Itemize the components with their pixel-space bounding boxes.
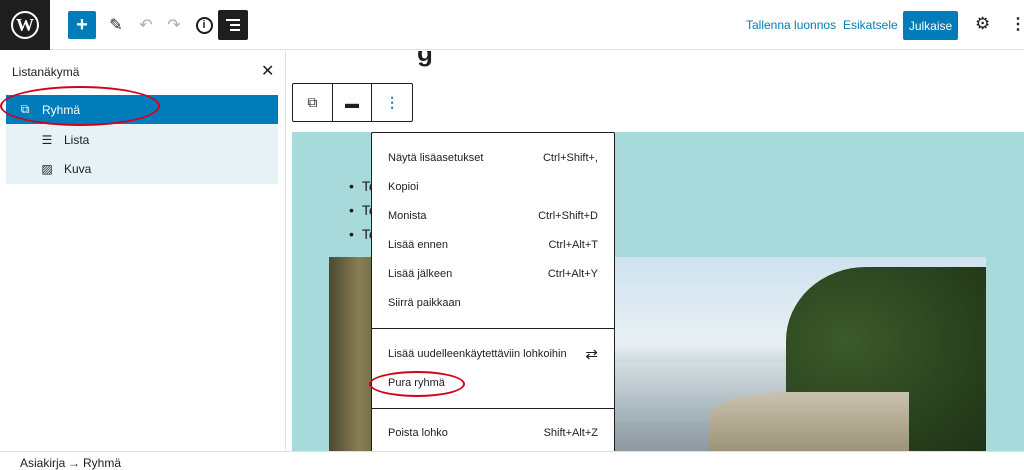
align-button[interactable]: ▬ <box>333 84 373 121</box>
close-icon[interactable]: ✕ <box>261 61 274 81</box>
block-options-button[interactable]: ⋮ <box>372 84 412 121</box>
menu-item-remove-block[interactable]: Poista lohko Shift+Alt+Z <box>372 420 614 448</box>
undo-icon: ↶ <box>139 17 153 34</box>
breadcrumb-arrow: → <box>68 456 80 470</box>
image-icon: ▨ <box>41 161 53 176</box>
breadcrumb: Asiakirja → Ryhmä <box>0 451 1024 470</box>
align-full-icon: ▬ <box>345 94 359 111</box>
settings-gear-icon[interactable]: ⚙ <box>975 14 990 34</box>
menu-item-show-more-settings[interactable]: Näytä lisäasetukset Ctrl+Shift+, <box>372 145 614 173</box>
menu-divider <box>372 328 614 329</box>
wordpress-icon: W <box>11 11 39 39</box>
redo-button[interactable]: ↷ <box>160 11 188 39</box>
tree-item-label: Kuva <box>64 161 92 176</box>
breadcrumb-root[interactable]: Asiakirja <box>20 456 65 470</box>
list-view-button[interactable] <box>218 10 248 40</box>
annotation-circle <box>0 86 160 126</box>
tools-button[interactable]: ✎ <box>102 11 130 39</box>
publish-button[interactable]: Julkaise <box>903 11 958 40</box>
tree-item-image[interactable]: ▨ Kuva <box>6 154 278 183</box>
block-type-button[interactable]: ⧉ <box>293 84 333 121</box>
menu-item-add-reusable[interactable]: Lisää uudelleenkäytettäviin lohkoihin ⇄ <box>372 341 614 369</box>
reusable-icon: ⇄ <box>585 346 598 363</box>
panel-title: Listanäkymä <box>12 65 80 79</box>
plus-icon: + <box>76 13 88 36</box>
save-draft-button[interactable]: Tallenna luonnos <box>746 18 836 32</box>
wordpress-logo-button[interactable]: W <box>0 0 50 50</box>
tree-item-list[interactable]: ☰ Lista <box>6 125 278 154</box>
list-icon: ☰ <box>41 132 53 147</box>
pencil-icon: ✎ <box>109 17 123 34</box>
annotation-circle <box>369 371 465 397</box>
block-options-menu: Näytä lisäasetukset Ctrl+Shift+, Kopioi … <box>371 132 615 458</box>
block-toolbar: ⧉ ▬ ⋮ <box>292 83 413 122</box>
options-more-icon: ⋮ <box>385 94 400 110</box>
undo-button[interactable]: ↶ <box>132 11 160 39</box>
post-title-fragment: g <box>417 51 433 67</box>
details-button[interactable]: i <box>190 11 218 39</box>
menu-item-copy[interactable]: Kopioi <box>372 174 614 202</box>
menu-item-insert-after[interactable]: Lisää jälkeen Ctrl+Alt+Y <box>372 261 614 289</box>
preview-button[interactable]: Esikatsele <box>843 18 898 32</box>
menu-divider <box>372 408 614 409</box>
breadcrumb-current[interactable]: Ryhmä <box>83 456 121 470</box>
tree-item-label: Lista <box>64 132 90 147</box>
redo-icon: ↷ <box>167 17 181 34</box>
add-block-button[interactable]: + <box>68 11 96 39</box>
list-view-icon <box>226 19 240 34</box>
group-icon: ⧉ <box>307 94 318 110</box>
menu-item-move-to[interactable]: Siirrä paikkaan <box>372 290 614 318</box>
menu-item-insert-before[interactable]: Lisää ennen Ctrl+Alt+T <box>372 232 614 260</box>
menu-item-duplicate[interactable]: Monista Ctrl+Shift+D <box>372 203 614 231</box>
info-icon: i <box>195 16 213 34</box>
options-more-icon[interactable]: ⋮ <box>1010 14 1024 34</box>
editor-top-bar: W + ✎ ↶ ↷ i Tallenna luonnos Esikatsele … <box>0 0 1024 50</box>
